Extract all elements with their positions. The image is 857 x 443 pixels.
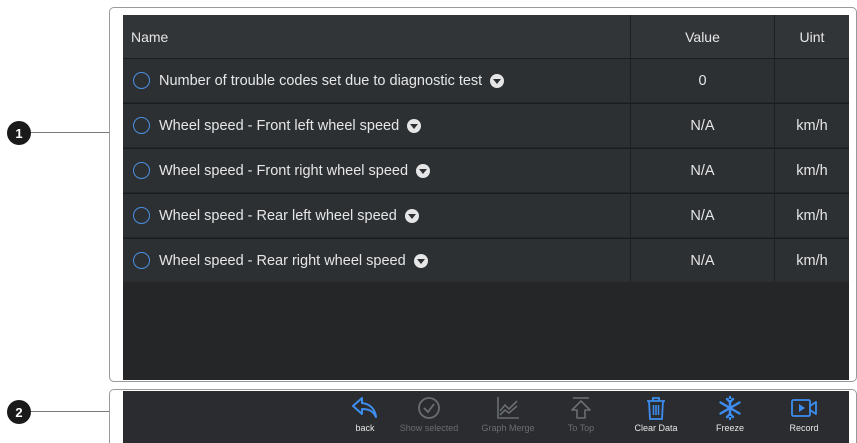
caret-down-icon[interactable] (490, 73, 505, 88)
row-unit: km/h (796, 252, 828, 269)
callout-marker-1: 1 (7, 121, 31, 145)
radio-icon[interactable] (133, 117, 150, 134)
graph-merge-label: Graph Merge (481, 423, 535, 433)
row-name: Wheel speed - Rear right wheel speed (159, 252, 406, 269)
row-value: N/A (631, 194, 775, 237)
trash-icon (647, 397, 665, 420)
reply-arrow-icon (352, 397, 377, 418)
callout-line-2 (31, 411, 109, 412)
table-row[interactable]: Wheel speed - Front right wheel speed N/… (123, 148, 849, 192)
show-selected-button[interactable]: Show selected (393, 391, 465, 443)
graph-merge-button[interactable]: Graph Merge (472, 391, 544, 443)
clear-data-label: Clear Data (634, 423, 678, 433)
caret-down-icon[interactable] (404, 208, 419, 223)
data-stream-table: Name Value Uint Number of trouble codes … (123, 15, 849, 380)
table-row[interactable]: Wheel speed - Front left wheel speed N/A… (123, 103, 849, 147)
to-top-label: To Top (567, 423, 595, 433)
row-unit: km/h (796, 207, 828, 224)
radio-icon[interactable] (133, 162, 150, 179)
header-name: Name (123, 15, 631, 58)
row-name: Number of trouble codes set due to diagn… (159, 72, 483, 89)
row-value: N/A (631, 149, 775, 192)
radio-icon[interactable] (133, 207, 150, 224)
to-top-button[interactable]: To Top (545, 391, 617, 443)
row-unit: km/h (796, 162, 828, 179)
row-value: N/A (631, 104, 775, 147)
table-row[interactable]: Wheel speed - Rear left wheel speed N/A … (123, 193, 849, 237)
clear-data-button[interactable]: Clear Data (620, 391, 692, 443)
check-circle-icon (418, 397, 440, 419)
record-button[interactable]: Record (768, 391, 840, 443)
row-name: Wheel speed - Front left wheel speed (159, 117, 400, 134)
arrow-up-icon (571, 397, 591, 419)
header-value: Value (631, 15, 775, 58)
table-row[interactable]: Wheel speed - Rear right wheel speed N/A… (123, 238, 849, 282)
freeze-button[interactable]: Freeze (694, 391, 766, 443)
caret-down-icon[interactable] (407, 118, 422, 133)
row-unit (775, 59, 849, 102)
callout-marker-2: 2 (7, 400, 31, 424)
back-button[interactable]: back (329, 391, 401, 443)
callout-line-1 (31, 132, 109, 133)
table-row[interactable]: Number of trouble codes set due to diagn… (123, 58, 849, 102)
row-value: 0 (631, 59, 775, 102)
caret-down-icon[interactable] (413, 253, 428, 268)
video-record-icon (791, 399, 817, 417)
table-header: Name Value Uint (123, 15, 849, 58)
back-label: back (355, 423, 375, 433)
bottom-toolbar: back Show selected Graph Merge To Top Cl… (123, 391, 849, 443)
row-value: N/A (631, 239, 775, 282)
show-selected-label: Show selected (399, 423, 459, 433)
snowflake-icon (719, 395, 741, 421)
header-unit: Uint (799, 28, 825, 45)
row-name: Wheel speed - Front right wheel speed (159, 162, 409, 179)
row-name: Wheel speed - Rear left wheel speed (159, 207, 397, 224)
graph-merge-icon (497, 397, 519, 419)
caret-down-icon[interactable] (416, 163, 431, 178)
radio-icon[interactable] (133, 252, 150, 269)
freeze-label: Freeze (715, 423, 744, 433)
row-unit: km/h (796, 117, 828, 134)
record-label: Record (789, 423, 819, 433)
radio-icon[interactable] (133, 72, 150, 89)
